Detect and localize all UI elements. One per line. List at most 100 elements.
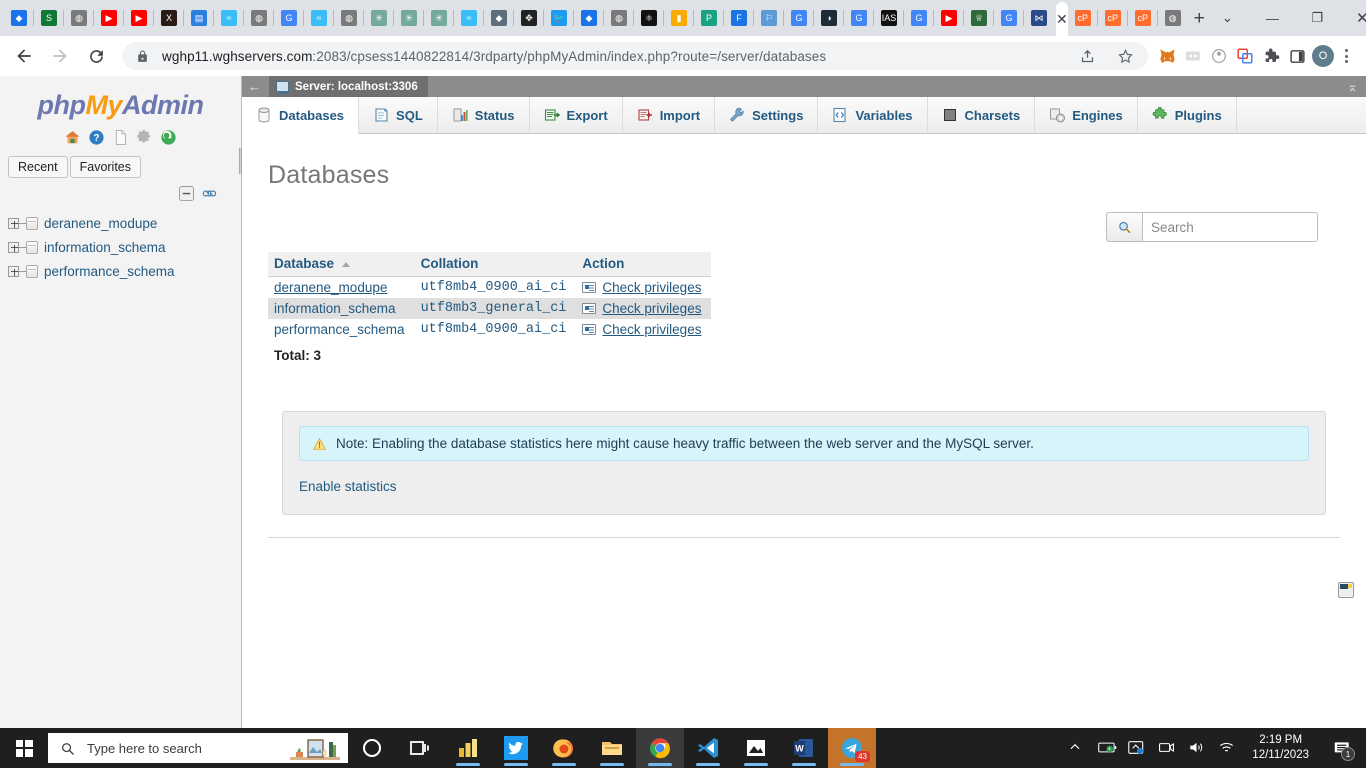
tab-favicon-google-analytics[interactable]: ▮ (663, 1, 694, 35)
search-input[interactable] (1142, 212, 1318, 242)
tab-favicon-youtube-2[interactable]: ▶ (123, 1, 154, 35)
address-bar[interactable]: wghp11.wghservers.com:2083/cpsess1440822… (122, 42, 1148, 70)
active-tab-phpmyadmin[interactable]: ✕ (1056, 2, 1068, 36)
recent-button[interactable]: Recent (8, 156, 68, 178)
help-icon[interactable]: ? (88, 129, 105, 146)
tree-item-label[interactable]: information_schema (44, 240, 166, 255)
search-submit-button[interactable] (1106, 212, 1142, 242)
enable-statistics-link[interactable]: Enable statistics (299, 479, 397, 494)
new-tab-button[interactable]: + (1194, 2, 1205, 36)
tab-sql[interactable]: SQL (359, 97, 438, 133)
wifi-icon[interactable] (1218, 740, 1235, 757)
file-explorer-icon[interactable] (588, 728, 636, 768)
tab-search-icon[interactable]: ⌄ (1205, 2, 1250, 34)
taskview-cortana-icon[interactable] (348, 728, 396, 768)
tab-favicon-tailwind-2[interactable]: ≈ (303, 1, 334, 35)
collapse-breadcrumb-icon[interactable]: ⌅ (1347, 79, 1358, 95)
tab-favicon-cpanel-blue-2[interactable]: ◆ (573, 1, 604, 35)
console-toggle-icon[interactable] (1338, 582, 1354, 598)
back-button[interactable] (8, 40, 40, 72)
close-tab-icon[interactable]: ✕ (1056, 12, 1068, 26)
tree-item-label[interactable]: performance_schema (44, 264, 175, 279)
battery-saver-icon[interactable] (1098, 740, 1117, 757)
table-row[interactable]: information_schema utf8mb3_general_ci Chec… (268, 298, 712, 319)
tab-variables[interactable]: Variables (818, 97, 928, 133)
database-link[interactable]: information_schema (274, 301, 396, 316)
tab-favicon-chatgpt-2[interactable]: ✳ (393, 1, 424, 35)
check-privileges-link[interactable]: Check privileges (602, 280, 701, 295)
vs-code-icon[interactable] (684, 728, 732, 768)
tab-favicon-globe-grey-3[interactable]: ◍ (333, 1, 364, 35)
extensions-puzzle-icon[interactable] (1258, 43, 1284, 69)
expand-icon[interactable] (8, 241, 19, 253)
notifications-button[interactable]: 1 (1326, 728, 1358, 768)
tab-favicon-paperform[interactable]: P (693, 1, 724, 35)
volume-icon[interactable] (1188, 740, 1205, 757)
bookmark-star-icon[interactable] (1112, 43, 1138, 69)
microsoft-word-icon[interactable]: W (780, 728, 828, 768)
show-hidden-icons-chevron[interactable] (1068, 740, 1085, 757)
tab-favicon-phpmyadmin[interactable]: ⋈ (1023, 1, 1054, 35)
table-row[interactable]: performance_schema utf8mb4_0900_ai_ci Chec… (268, 319, 712, 340)
tab-favicon-ias-plus[interactable]: IAS (873, 1, 904, 35)
link-with-main-panel-icon[interactable] (202, 186, 217, 201)
cell-action[interactable]: Check privileges (576, 298, 712, 319)
documentation-icon[interactable] (112, 129, 129, 146)
tab-copy-extension-icon[interactable] (1232, 43, 1258, 69)
tree-item-label[interactable]: deranene_modupe (44, 216, 157, 231)
chrome-menu-button[interactable] (1334, 49, 1358, 63)
tab-favicon-network-black[interactable]: ⚛ (633, 1, 664, 35)
tab-favicon-globe-grey[interactable]: ◍ (63, 1, 94, 35)
tab-favicon-cpanel-blue[interactable]: ◆ (4, 1, 34, 35)
column-header-collation[interactable]: Collation (414, 252, 577, 277)
reload-button[interactable] (80, 40, 112, 72)
onedrive-sync-icon[interactable] (1128, 740, 1145, 757)
cell-action[interactable]: Check privileges (576, 276, 712, 298)
reload-navigation-icon[interactable] (160, 129, 177, 146)
settings-gear-icon[interactable] (136, 129, 153, 146)
breadcrumb-back-icon[interactable]: ← (246, 79, 269, 94)
cell-database-name[interactable]: information_schema (268, 298, 415, 319)
tab-engines[interactable]: Engines (1035, 97, 1138, 133)
forward-button[interactable] (44, 40, 76, 72)
tab-charsets[interactable]: Charsets (927, 97, 1036, 133)
close-window-button[interactable]: ✕ (1340, 2, 1366, 34)
tab-favicon-google-3[interactable]: G (843, 1, 874, 35)
firefox-icon[interactable] (540, 728, 588, 768)
site-security-lock-icon[interactable] (136, 49, 152, 64)
tree-item-performance_schema[interactable]: performance_schema (8, 259, 241, 283)
phpmyadmin-logo[interactable]: phpMyAdmin (0, 84, 241, 123)
taskbar-search-box[interactable]: Type here to search (48, 733, 348, 763)
column-header-database[interactable]: Database (268, 252, 415, 277)
tab-favicon-layers-dark[interactable]: ◆ (483, 1, 514, 35)
tab-favicon-twitter[interactable]: 🐦 (543, 1, 574, 35)
tab-favicon-document-blue[interactable]: ▤ (183, 1, 214, 35)
cell-database-name[interactable]: deranene_modupe (268, 276, 415, 298)
tab-favicon-cpanel-orange-3[interactable]: cP (1126, 1, 1158, 35)
tab-plugins[interactable]: Plugins (1137, 97, 1237, 133)
share-icon[interactable] (1074, 43, 1100, 69)
tab-status[interactable]: Status (437, 97, 530, 133)
tab-import[interactable]: Import (622, 97, 716, 133)
start-button[interactable] (0, 728, 48, 768)
database-link[interactable]: deranene_modupe (274, 280, 387, 295)
cell-action[interactable]: Check privileges (576, 319, 712, 340)
side-panel-icon[interactable] (1284, 43, 1310, 69)
tab-databases[interactable]: Databases (242, 97, 360, 134)
tab-favicon-google-4[interactable]: G (903, 1, 934, 35)
twitter-icon[interactable] (492, 728, 540, 768)
tab-favicon-dark-swirl[interactable]: ◑ (813, 1, 844, 35)
photos-icon[interactable] (732, 728, 780, 768)
tab-favicon-flag-outline[interactable]: ⚐ (753, 1, 784, 35)
tab-favicon-google[interactable]: G (273, 1, 304, 35)
tab-favicon-facebook-blue[interactable]: F (723, 1, 754, 35)
tree-item-information_schema[interactable]: information_schema (8, 235, 241, 259)
check-privileges-link[interactable]: Check privileges (602, 322, 701, 337)
expand-icon[interactable] (8, 265, 19, 277)
tab-favicon-globe-grey-5[interactable]: ◍ (1156, 1, 1188, 35)
tab-favicon-globe-grey-4[interactable]: ◍ (603, 1, 634, 35)
tab-favicon-google-5[interactable]: G (993, 1, 1024, 35)
tab-favicon-globe-grey-2[interactable]: ◍ (243, 1, 274, 35)
power-bi-icon[interactable] (444, 728, 492, 768)
favorites-button[interactable]: Favorites (69, 156, 142, 178)
